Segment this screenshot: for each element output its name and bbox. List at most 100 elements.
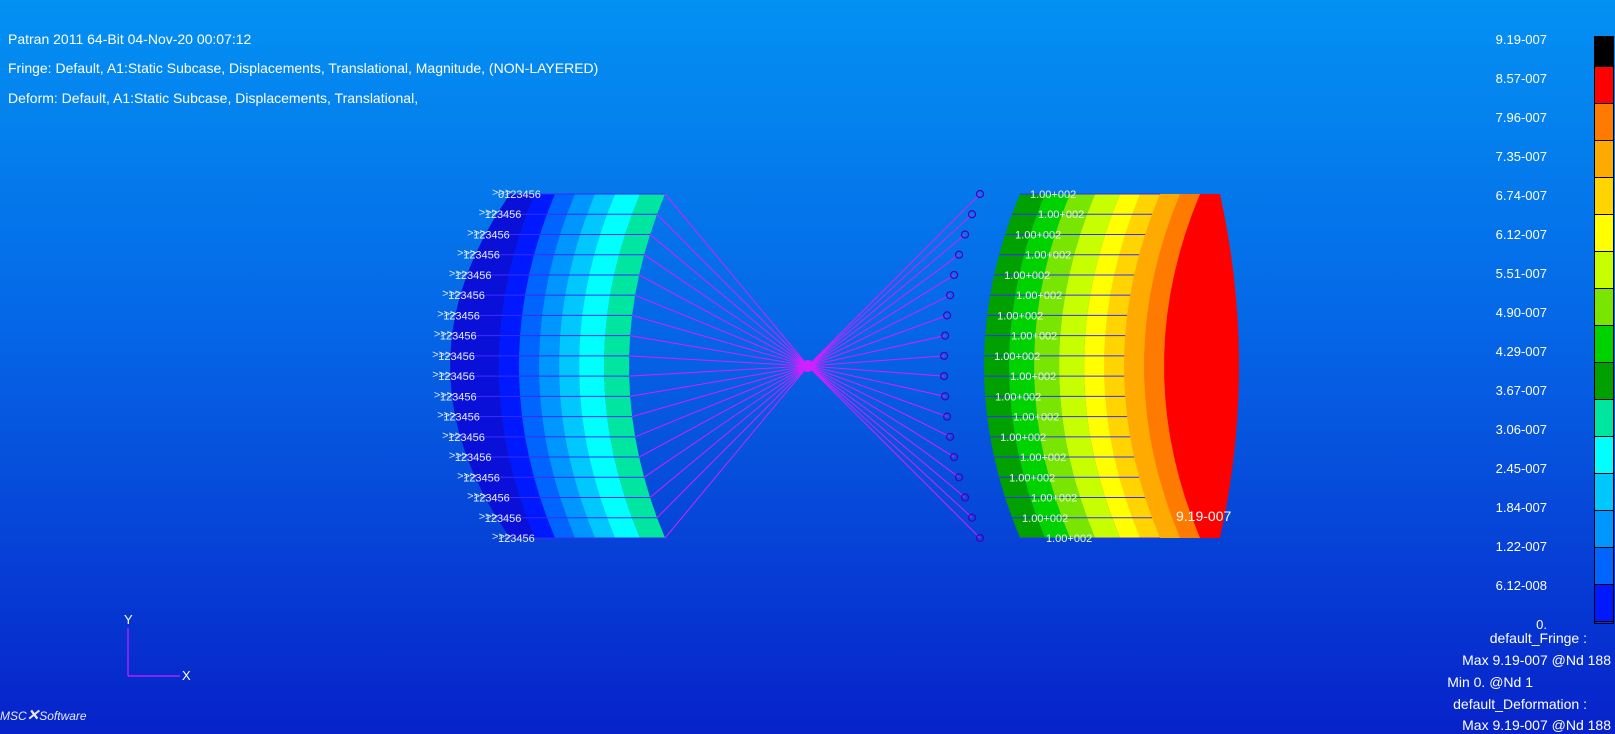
left-spc-label: 123456 [440,391,477,403]
legend-label: 7.35-007 [1495,149,1547,164]
legend-color-swatch [1595,548,1613,585]
left-spc-label: 123456 [463,250,500,262]
legend-label: 4.29-007 [1495,344,1547,359]
legend-color-swatch [1595,289,1613,326]
left-spc-label: 123456 [443,310,480,322]
legend-label: 3.67-007 [1495,383,1547,398]
max-value-label: 9.19-007 [1176,508,1231,524]
left-spc-label: 123456 [473,229,510,241]
left-rbe-spoke [656,365,809,519]
legend-label: 6.12-007 [1495,227,1547,242]
right-force-label: 1.00+002 [1004,270,1050,282]
legend-color-swatch [1595,252,1613,289]
right-rbe-spoke [807,213,973,367]
fringe-legend-bar [1594,36,1614,624]
left-spc-label: 123456 [443,412,480,424]
left-rbe-spoke [638,274,809,367]
left-spc-label: 123456 [448,432,485,444]
right-force-label: 1.00+002 [1038,209,1084,221]
legend-label: 1.22-007 [1495,539,1547,554]
right-rbe-spoke [807,365,966,498]
left-spc-label: 123456 [438,351,475,363]
left-rbe-spoke [634,294,809,367]
legend-label: 9.19-007 [1495,32,1547,47]
right-force-label: 1.00+002 [997,310,1043,322]
right-rbe-spoke [807,365,981,539]
right-force-label: 1.00+002 [1030,189,1076,201]
left-spc-label: 123456 [440,331,477,343]
left-spc-label: 123456 [455,452,492,464]
left-rbe-spoke [649,234,809,367]
legend-color-swatch [1595,141,1613,178]
fringe-max: Max 9.19-007 @Nd 188 [1462,652,1611,668]
legend-color-swatch [1595,363,1613,400]
right-force-label: 1.00+002 [1013,412,1059,424]
logo-x-icon: ✕ [26,707,40,724]
fringe-name: default_Fringe : [1489,630,1587,646]
triad-x-label: X [182,668,191,683]
right-force-label: 1.00+002 [1025,250,1071,262]
right-force-label: 1.00+002 [1020,452,1066,464]
right-rbe-spoke [807,355,945,367]
legend-color-swatch [1595,215,1613,252]
right-force-label: 1.00+002 [1031,493,1077,505]
right-rbe-spoke [807,365,951,438]
right-force-label: 1.00+002 [1009,472,1055,484]
logo-software: Software [39,709,87,723]
right-force-label: 1.00+002 [1011,331,1057,343]
left-rbe-spoke [656,213,809,367]
viewport-canvas[interactable]: >>>0123456>>>123456>>>123456>>>123456>>>… [0,0,1615,734]
left-rbe-spoke [664,193,809,367]
right-node-marker [954,250,964,259]
legend-label: 5.51-007 [1495,266,1547,281]
legend-label: 6.74-007 [1495,188,1547,203]
left-spc-label: 123456 [455,270,492,282]
legend-color-swatch [1595,37,1613,67]
legend-color-swatch [1595,326,1613,363]
right-rbe-spoke [807,294,951,367]
fringe-min: Min 0. @Nd 1 [1447,674,1533,690]
left-rbe-spoke [634,365,809,438]
deformation-name: default_Deformation : [1453,696,1587,712]
left-spc-label: 123456 [463,472,500,484]
right-force-label: 1.00+002 [994,351,1040,363]
legend-label: 3.06-007 [1495,422,1547,437]
legend-color-swatch [1595,437,1613,474]
triad-y-label: Y [124,612,133,627]
legend-color-swatch [1595,474,1613,511]
left-spc-label: 123456 [485,209,522,221]
right-rbe-spoke [807,365,945,377]
legend-color-swatch [1595,585,1613,622]
right-force-label: 1.00+002 [1015,229,1061,241]
left-rbe-spoke [638,365,809,458]
legend-label: 8.57-007 [1495,71,1547,86]
right-force-label: 1.00+002 [1016,290,1062,302]
right-force-label: 1.00+002 [1046,533,1092,545]
left-rbe-spoke [649,365,809,498]
left-rbe-spoke [643,365,809,478]
legend-color-swatch [1595,400,1613,437]
left-spc-label: 123456 [448,290,485,302]
rbe-center-node [802,360,814,372]
legend-color-swatch [1595,511,1613,548]
right-force-label: 1.00+002 [995,391,1041,403]
legend-color-swatch [1595,178,1613,215]
legend-color-swatch [1595,104,1613,141]
legend-label: 4.90-007 [1495,305,1547,320]
legend-color-swatch [1595,67,1613,104]
left-spc-label: 123456 [485,513,522,525]
left-rbe-spoke [664,365,809,539]
left-spc-label: 123456 [438,371,475,383]
logo-msc: MSC [0,709,27,723]
right-force-label: 1.00+002 [1022,513,1068,525]
legend-label: 1.84-007 [1495,500,1547,515]
right-rbe-spoke [807,234,966,367]
left-rbe-spoke [643,254,809,367]
deformation-max: Max 9.19-007 @Nd 188 [1462,717,1611,733]
right-rbe-spoke [807,193,981,367]
right-force-label: 1.00+002 [1010,371,1056,383]
legend-label: 2.45-007 [1495,461,1547,476]
left-spc-label: 123456 [498,533,535,545]
right-force-label: 1.00+002 [1000,432,1046,444]
legend-label: 6.12-008 [1495,578,1547,593]
